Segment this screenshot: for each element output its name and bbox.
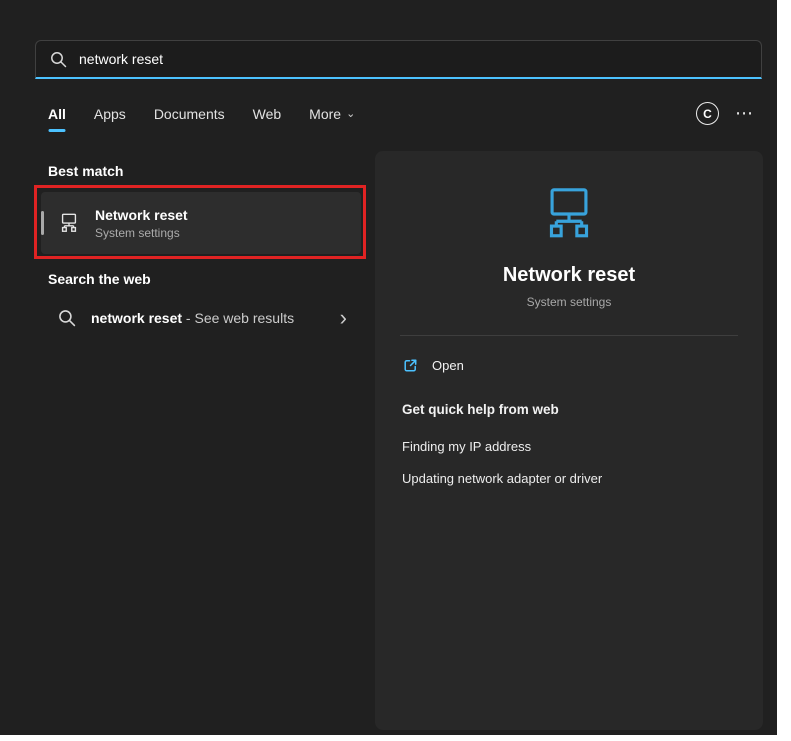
more-options-button[interactable]: ⋯ [735,103,754,123]
network-reset-icon [540,185,598,243]
tab-web-label: Web [253,106,282,122]
web-result-text: network reset - See web results [91,310,294,326]
result-network-reset[interactable]: Network reset System settings [41,192,361,254]
preview-title: Network reset [375,264,763,287]
web-result-query: network reset [91,310,182,326]
open-label: Open [432,358,464,373]
quick-help-heading: Get quick help from web [402,402,559,417]
open-button[interactable]: Open [402,357,464,374]
search-icon [50,51,67,68]
tab-apps[interactable]: Apps [94,106,126,122]
search-icon-small [58,309,76,327]
divider [400,335,738,336]
tab-all[interactable]: All [48,106,66,122]
search-bar [35,40,762,79]
search-the-web-heading: Search the web [48,271,151,287]
active-tab-underline [48,129,65,132]
help-link-ip-address[interactable]: Finding my IP address [402,439,531,454]
tab-all-label: All [48,106,66,122]
web-result-suffix: - See web results [182,310,294,326]
preview-panel: Network reset System settings Open Get q… [375,151,763,730]
tab-documents[interactable]: Documents [154,106,225,122]
tab-web[interactable]: Web [253,106,282,122]
chevron-down-icon: ⌄ [346,109,355,120]
search-flyout: All Apps Documents Web More ⌄ C ⋯ Best m… [0,0,777,735]
help-link-network-adapter[interactable]: Updating network adapter or driver [402,471,602,486]
chevron-right-icon: › [340,307,347,329]
best-match-heading: Best match [48,163,123,179]
web-search-result[interactable]: network reset - See web results › [41,295,361,340]
result-title: Network reset [95,207,188,223]
selection-indicator [41,211,44,235]
result-text: Network reset System settings [95,207,188,240]
account-avatar[interactable]: C [696,102,719,125]
tab-apps-label: Apps [94,106,126,122]
filter-tabs: All Apps Documents Web More ⌄ [48,106,355,122]
result-subtitle: System settings [95,226,188,240]
preview-subtitle: System settings [375,295,763,309]
tab-documents-label: Documents [154,106,225,122]
open-icon [402,357,419,374]
tab-more-label: More [309,106,341,122]
network-monitor-icon [58,212,80,234]
tab-more[interactable]: More ⌄ [309,106,355,122]
search-input[interactable] [79,51,747,67]
